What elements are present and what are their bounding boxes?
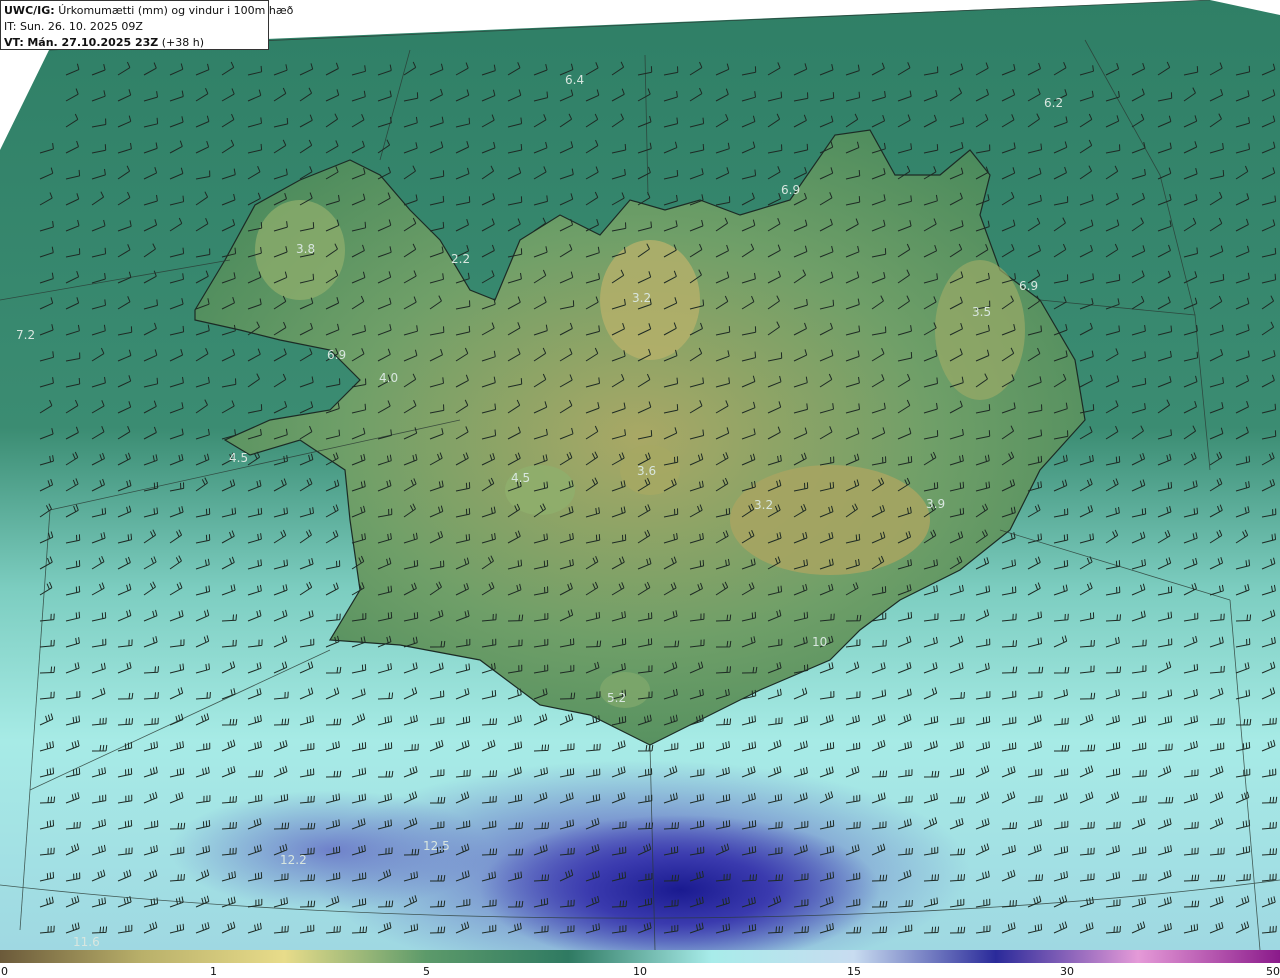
value-label: 3.2	[754, 498, 773, 512]
colorbar: 0 1 5 10 15 30 50	[0, 950, 1280, 978]
forecast-offset: (+38 h)	[161, 36, 205, 49]
colorbar-tick: 50	[1266, 965, 1280, 978]
init-time-value: Sun. 26. 10. 2025 09Z	[19, 20, 143, 33]
colorbar-gradient	[0, 950, 1280, 963]
precip-area-core	[480, 815, 880, 965]
colorbar-tick: 15	[847, 965, 861, 978]
map-title: Úrkomumætti (mm) og vindur i 100m hæð	[58, 4, 294, 17]
value-label: 6.2	[1044, 96, 1063, 110]
value-label: 3.5	[972, 305, 991, 319]
map-canvas: 6.4 6.2 6.9 3.8 2.2 3.2 6.9 3.5 7.2 6.9 …	[0, 0, 1280, 978]
value-label: 12.5	[423, 839, 450, 853]
value-label: 4.5	[511, 471, 530, 485]
value-label: 3.9	[926, 497, 945, 511]
colorbar-tick: 30	[1060, 965, 1074, 978]
init-time-line: IT: Sun. 26. 10. 2025 09Z	[4, 19, 265, 35]
valid-time-label: VT:	[4, 36, 24, 49]
value-label: 3.2	[632, 291, 651, 305]
colorbar-bar	[0, 950, 1280, 963]
init-time-label: IT:	[4, 20, 17, 33]
highland-east	[935, 260, 1025, 400]
highland-vatnajokull	[730, 465, 930, 575]
value-label: 4.0	[379, 371, 398, 385]
value-label: 7.2	[16, 328, 35, 342]
title-line: UWC/IG: Úrkomumætti (mm) og vindur i 100…	[4, 3, 293, 19]
colorbar-tick: 1	[210, 965, 217, 978]
valid-time-value: Mán. 27.10.2025 23Z	[27, 36, 159, 49]
value-label: 6.9	[781, 183, 800, 197]
valid-time-line: VT: Mán. 27.10.2025 23Z (+38 h)	[4, 35, 265, 51]
value-label: 3.6	[637, 464, 656, 478]
value-label: 4.5	[229, 451, 248, 465]
value-label: 12.2	[280, 853, 307, 867]
weather-map: 6.4 6.2 6.9 3.8 2.2 3.2 6.9 3.5 7.2 6.9 …	[0, 0, 1280, 978]
model-name: UWC/IG:	[4, 4, 55, 17]
value-label: 11.6	[73, 935, 100, 949]
map-info-box: UWC/IG: Úrkomumætti (mm) og vindur i 100…	[0, 0, 293, 51]
value-label: 5.2	[607, 691, 626, 705]
value-label: 10	[812, 635, 827, 649]
value-label: 3.8	[296, 242, 315, 256]
value-label: 6.4	[565, 73, 584, 87]
value-label: 6.9	[1019, 279, 1038, 293]
value-label: 2.2	[451, 252, 470, 266]
colorbar-tick: 5	[423, 965, 430, 978]
value-label: 6.9	[327, 348, 346, 362]
colorbar-tick: 10	[633, 965, 647, 978]
colorbar-tick: 0	[1, 965, 8, 978]
